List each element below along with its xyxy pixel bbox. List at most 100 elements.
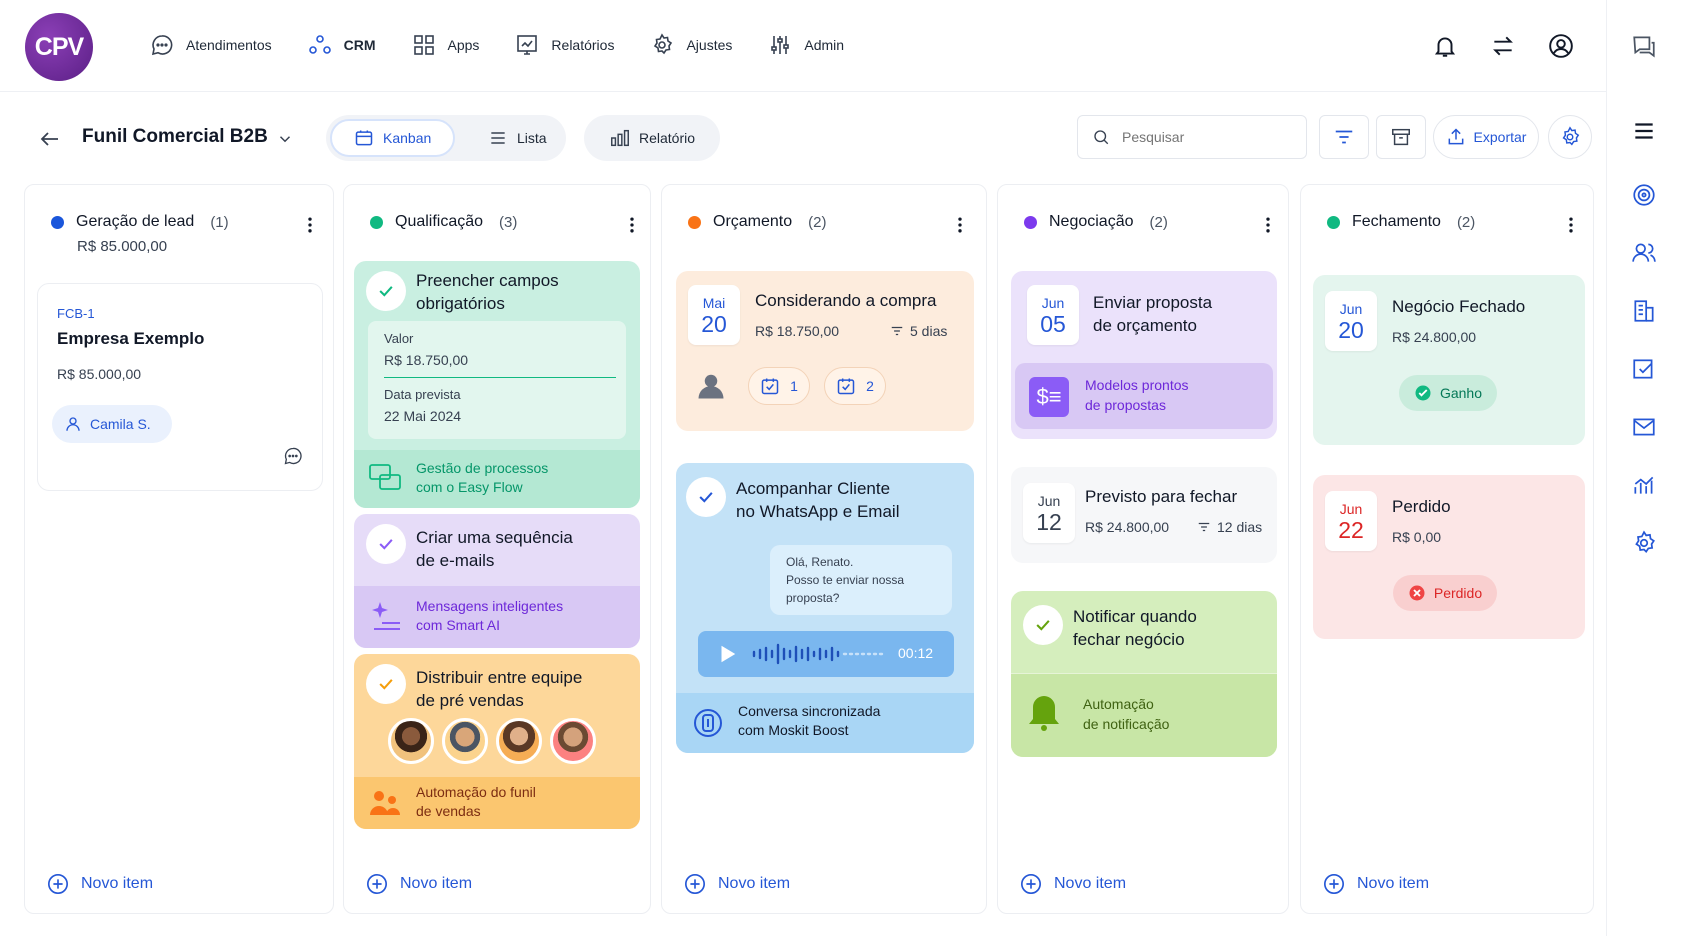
date-badge: Jun 20 bbox=[1325, 291, 1377, 351]
target-icon[interactable] bbox=[1631, 182, 1657, 208]
nav-ajustes[interactable]: Ajustes bbox=[650, 33, 732, 57]
archive-icon bbox=[1392, 128, 1410, 146]
kebab-menu-icon[interactable] bbox=[1258, 213, 1278, 237]
novo-item-button[interactable]: Novo item bbox=[684, 873, 790, 895]
deal-card[interactable]: Mai 20 Considerando a compra R$ 18.750,0… bbox=[676, 271, 974, 431]
nav-apps[interactable]: Apps bbox=[412, 33, 480, 57]
owner-chip[interactable]: Camila S. bbox=[52, 405, 172, 443]
cpv-logo[interactable]: CPV bbox=[25, 13, 93, 81]
status-text: Ganho bbox=[1439, 385, 1483, 401]
column-negociacao: Negociação (2) Jun 05 Enviar proposta de… bbox=[997, 184, 1289, 914]
task-card[interactable]: Preencher campos obrigatórios Valor R$ 1… bbox=[354, 261, 640, 508]
novo-item-label: Novo item bbox=[1357, 875, 1430, 892]
card-title: Perdido bbox=[1392, 497, 1451, 516]
user-account-icon[interactable] bbox=[1548, 33, 1574, 59]
check-circle[interactable] bbox=[1023, 605, 1063, 645]
check-circle[interactable] bbox=[366, 271, 406, 311]
view-kanban-button[interactable]: Kanban bbox=[330, 119, 456, 157]
novo-item-button[interactable]: Novo item bbox=[47, 873, 153, 895]
check-circle[interactable] bbox=[366, 664, 406, 704]
check-icon bbox=[379, 679, 393, 690]
play-icon[interactable] bbox=[716, 643, 738, 665]
right-rail bbox=[1606, 0, 1681, 936]
band-line2: de vendas bbox=[416, 803, 481, 819]
days-indicator: 5 dias bbox=[890, 323, 947, 339]
mail-icon[interactable] bbox=[1631, 414, 1657, 440]
kanban-icon bbox=[355, 130, 373, 146]
settings-icon[interactable] bbox=[1631, 530, 1657, 556]
data-value: 22 Mai 2024 bbox=[384, 408, 462, 424]
filter-lines-icon bbox=[891, 326, 903, 336]
deal-card[interactable]: Jun 22 Perdido R$ 0,00 Perdido bbox=[1313, 475, 1585, 639]
kebab-menu-icon[interactable] bbox=[622, 213, 642, 237]
deal-company: Empresa Exemplo bbox=[57, 329, 205, 348]
nav-relatorios[interactable]: Relatórios bbox=[515, 33, 614, 57]
task-card[interactable]: Notificar quando fechar negócio Automaçã… bbox=[1011, 591, 1277, 757]
check-icon bbox=[699, 492, 713, 503]
date-day: 20 bbox=[1338, 317, 1364, 343]
kebab-menu-icon[interactable] bbox=[1561, 213, 1581, 237]
task-count: 2 bbox=[866, 378, 874, 394]
task-chip[interactable]: 1 bbox=[748, 367, 810, 405]
board-settings-button[interactable] bbox=[1548, 115, 1592, 159]
proposal-template-icon: $≡ bbox=[1029, 377, 1069, 417]
nav-admin[interactable]: Admin bbox=[768, 33, 844, 57]
swap-icon[interactable] bbox=[1490, 33, 1516, 59]
chevron-down-icon[interactable] bbox=[276, 130, 294, 148]
audio-player[interactable]: 00:12 bbox=[698, 631, 954, 677]
column-header: Fechamento (2) bbox=[1327, 213, 1475, 231]
band-line2: de notificação bbox=[1083, 716, 1170, 732]
deal-card[interactable]: Jun 12 Previsto para fechar R$ 24.800,00… bbox=[1011, 467, 1277, 563]
export-button[interactable]: Exportar bbox=[1433, 115, 1539, 159]
filter-lines-icon bbox=[1198, 522, 1210, 532]
view-lista-button[interactable]: Lista bbox=[466, 119, 569, 157]
check-circle[interactable] bbox=[686, 477, 726, 517]
comment-icon[interactable] bbox=[283, 446, 303, 466]
deal-card[interactable]: Jun 20 Negócio Fechado R$ 24.800,00 Ganh… bbox=[1313, 275, 1585, 445]
column-title: Qualificação bbox=[395, 213, 484, 230]
card-title: Previsto para fechar bbox=[1085, 487, 1238, 506]
message-line: proposta? bbox=[786, 591, 840, 605]
report-button[interactable]: Relatório bbox=[584, 115, 720, 161]
plus-circle-icon bbox=[1324, 874, 1344, 894]
menu-icon[interactable] bbox=[1631, 118, 1657, 144]
kebab-menu-icon[interactable] bbox=[950, 213, 970, 237]
board-title[interactable]: Funil Comercial B2B bbox=[82, 126, 268, 148]
nav-crm[interactable]: CRM bbox=[308, 33, 376, 57]
message-line: Posso te enviar nossa bbox=[786, 573, 905, 587]
nav-label: Apps bbox=[447, 37, 480, 53]
users-icon[interactable] bbox=[1631, 240, 1657, 266]
column-title: Fechamento bbox=[1352, 213, 1441, 230]
task-card[interactable]: Acompanhar Cliente no WhatsApp e Email O… bbox=[676, 463, 974, 753]
view-kanban-label: Kanban bbox=[383, 130, 432, 146]
card-title-line2: fechar negócio bbox=[1073, 630, 1185, 649]
date-month: Jun bbox=[1339, 301, 1363, 317]
task-check-icon[interactable] bbox=[1631, 356, 1657, 382]
novo-item-button[interactable]: Novo item bbox=[1020, 873, 1126, 895]
task-card[interactable]: Jun 05 Enviar proposta de orçamento $≡ M… bbox=[1011, 271, 1277, 439]
column-header: Orçamento (2) bbox=[688, 213, 826, 231]
analytics-icon[interactable] bbox=[1631, 472, 1657, 498]
back-arrow-icon[interactable] bbox=[38, 127, 62, 151]
search-input[interactable] bbox=[1122, 129, 1292, 145]
export-label: Exportar bbox=[1473, 129, 1527, 145]
message-square-icon[interactable] bbox=[1631, 33, 1657, 59]
task-chip[interactable]: 2 bbox=[824, 367, 886, 405]
nav-atendimentos[interactable]: Atendimentos bbox=[150, 33, 272, 57]
filter-button[interactable] bbox=[1319, 115, 1369, 159]
deal-card[interactable]: FCB-1 Empresa Exemplo R$ 85.000,00 Camil… bbox=[37, 283, 323, 491]
bell-icon[interactable] bbox=[1432, 33, 1458, 59]
date-month: Jun bbox=[1041, 295, 1065, 311]
novo-item-button[interactable]: Novo item bbox=[1323, 873, 1429, 895]
task-card[interactable]: Criar uma sequência de e-mails Mensagens… bbox=[354, 514, 640, 648]
message-line: Olá, Renato. bbox=[786, 555, 854, 569]
sparkle-icon bbox=[372, 602, 400, 630]
check-circle[interactable] bbox=[366, 524, 406, 564]
novo-item-button[interactable]: Novo item bbox=[366, 873, 472, 895]
task-card[interactable]: Distribuir entre equipe de pré vendas Au… bbox=[354, 654, 640, 829]
deal-value: R$ 24.800,00 bbox=[1392, 329, 1477, 345]
building-icon[interactable] bbox=[1631, 298, 1657, 324]
archive-button[interactable] bbox=[1376, 115, 1426, 159]
kebab-menu-icon[interactable] bbox=[300, 213, 320, 237]
view-switcher: Kanban Lista bbox=[326, 115, 566, 161]
